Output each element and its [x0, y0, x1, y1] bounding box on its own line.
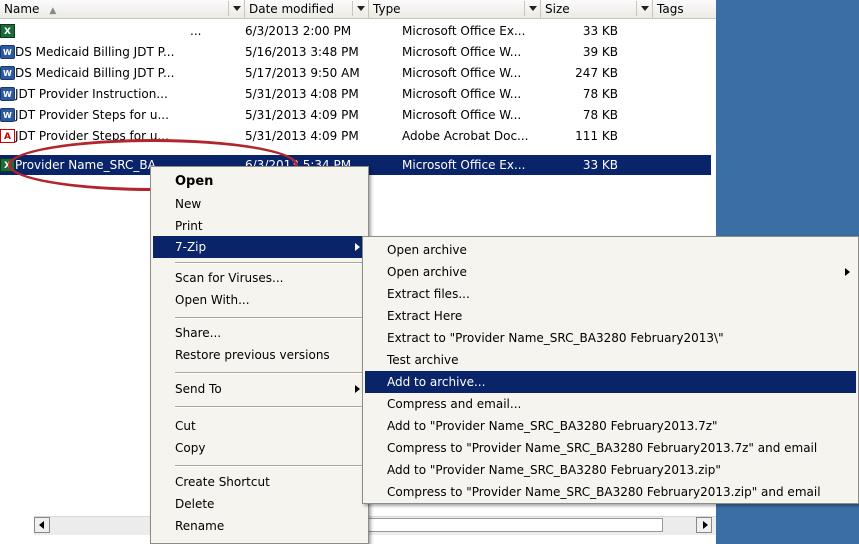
- file-date: 6/3/2013 2:00 PM: [245, 24, 352, 38]
- 7zip-submenu: Open archive Open archive Extract files.…: [362, 236, 859, 504]
- menu-item-cut[interactable]: Cut: [153, 415, 366, 437]
- column-header-tags[interactable]: Tags: [653, 0, 716, 18]
- file-size: 78 KB: [582, 108, 618, 122]
- submenu-item-add-to-7z[interactable]: Add to "Provider Name_SRC_BA3280 Februar…: [365, 415, 856, 437]
- submenu-item-add-to-zip[interactable]: Add to "Provider Name_SRC_BA3280 Februar…: [365, 459, 856, 481]
- file-size: 33 KB: [582, 158, 618, 172]
- menu-item-send-to-label: Send To: [175, 382, 222, 396]
- submenu-item-add-to-archive[interactable]: Add to archive...: [365, 371, 856, 393]
- menu-item-rename[interactable]: Rename: [153, 515, 366, 537]
- file-size: 78 KB: [582, 87, 618, 101]
- menu-item-open-with[interactable]: Open With...: [153, 289, 366, 311]
- column-header-date-label: Date modified: [249, 2, 335, 16]
- submenu-arrow-icon: [355, 385, 360, 393]
- column-header-name-label: Name: [4, 2, 40, 16]
- menu-item-send-to[interactable]: Send To: [153, 378, 366, 400]
- menu-item-new[interactable]: New: [153, 193, 366, 215]
- menu-item-delete[interactable]: Delete: [153, 493, 366, 515]
- menu-item-7zip[interactable]: 7-Zip: [153, 236, 366, 258]
- submenu-item-test-archive[interactable]: Test archive: [365, 349, 856, 371]
- menu-item-open[interactable]: Open: [153, 171, 366, 193]
- menu-separator: [175, 262, 363, 264]
- column-header-name[interactable]: Name ▲: [0, 0, 245, 18]
- menu-item-restore-versions[interactable]: Restore previous versions: [153, 344, 366, 366]
- file-date: 5/31/2013 4:08 PM: [245, 87, 359, 101]
- scrollbar-thumb[interactable]: [365, 518, 663, 532]
- file-row[interactable]: ... 6/3/2013 2:00 PM Microsoft Office Ex…: [0, 21, 714, 42]
- menu-item-scan-viruses[interactable]: Scan for Viruses...: [153, 267, 366, 289]
- file-date: 5/31/2013 4:09 PM: [245, 129, 359, 143]
- file-type: Microsoft Office Ex...: [402, 24, 526, 38]
- menu-separator: [175, 372, 363, 374]
- submenu-item-open-archive[interactable]: Open archive: [365, 239, 856, 261]
- file-size: 111 KB: [575, 129, 618, 143]
- file-row[interactable]: DS Medicaid Billing JDT P... 5/17/2013 9…: [0, 63, 714, 84]
- file-type: Microsoft Office W...: [402, 45, 522, 59]
- file-type: Microsoft Office W...: [402, 66, 522, 80]
- file-type: Microsoft Office Ex...: [402, 158, 526, 172]
- menu-separator: [175, 465, 363, 467]
- scroll-left-icon[interactable]: [34, 517, 50, 533]
- file-type: Adobe Acrobat Doc...: [402, 129, 529, 143]
- pdf-icon: [0, 127, 15, 147]
- file-size: 39 KB: [582, 45, 618, 59]
- file-size: 33 KB: [582, 24, 618, 38]
- context-menu: Open New Print 7-Zip Scan for Viruses...…: [150, 166, 369, 544]
- menu-separator: [175, 406, 363, 408]
- column-filter-dropdown-icon[interactable]: [352, 1, 368, 16]
- word-icon: [0, 106, 15, 126]
- submenu-item-open-archive-more[interactable]: Open archive: [365, 261, 856, 283]
- menu-item-share[interactable]: Share...: [153, 322, 366, 344]
- column-filter-dropdown-icon[interactable]: [636, 1, 652, 16]
- submenu-arrow-icon: [355, 243, 360, 251]
- submenu-item-extract-here[interactable]: Extract Here: [365, 305, 856, 327]
- column-filter-dropdown-icon[interactable]: [228, 1, 244, 16]
- submenu-arrow-icon: [845, 268, 850, 276]
- menu-item-copy[interactable]: Copy: [153, 437, 366, 459]
- column-header-row: Name ▲ Date modified Type Size Tags: [0, 0, 716, 19]
- file-date: 5/17/2013 9:50 AM: [245, 66, 360, 80]
- column-header-size-label: Size: [545, 2, 570, 16]
- submenu-item-extract-to[interactable]: Extract to "Provider Name_SRC_BA3280 Feb…: [365, 327, 856, 349]
- submenu-item-open-archive-more-label: Open archive: [387, 265, 467, 279]
- file-row[interactable]: JDT Provider Steps for u... 5/31/2013 4:…: [0, 105, 714, 126]
- file-name: DS Medicaid Billing JDT P...: [15, 66, 175, 80]
- menu-item-create-shortcut[interactable]: Create Shortcut: [153, 471, 366, 493]
- sort-ascending-icon: ▲: [49, 6, 57, 16]
- submenu-item-extract-files[interactable]: Extract files...: [365, 283, 856, 305]
- scroll-right-icon[interactable]: [696, 517, 712, 533]
- word-icon: [0, 85, 15, 105]
- file-name: ...: [190, 24, 202, 38]
- horizontal-scrollbar[interactable]: [34, 516, 716, 535]
- column-header-type[interactable]: Type: [369, 0, 541, 18]
- submenu-item-compress-7z-email[interactable]: Compress to "Provider Name_SRC_BA3280 Fe…: [365, 437, 856, 459]
- file-type: Microsoft Office W...: [402, 87, 522, 101]
- file-size: 247 KB: [575, 66, 618, 80]
- column-filter-dropdown-icon[interactable]: [524, 1, 540, 16]
- file-name: JDT Provider Steps for u...: [15, 108, 169, 122]
- file-date: 5/16/2013 3:48 PM: [245, 45, 359, 59]
- word-icon: [0, 43, 15, 63]
- file-name: DS Medicaid Billing JDT P...: [15, 45, 175, 59]
- file-date: 5/31/2013 4:09 PM: [245, 108, 359, 122]
- file-row[interactable]: DS Medicaid Billing JDT P... 5/16/2013 3…: [0, 42, 714, 63]
- menu-item-7zip-label: 7-Zip: [175, 240, 207, 254]
- column-header-type-label: Type: [373, 2, 401, 16]
- submenu-item-compress-zip-email[interactable]: Compress to "Provider Name_SRC_BA3280 Fe…: [365, 481, 856, 503]
- column-header-date[interactable]: Date modified: [245, 0, 369, 18]
- file-type: Microsoft Office W...: [402, 108, 522, 122]
- file-row[interactable]: JDT Provider Instruction... 5/31/2013 4:…: [0, 84, 714, 105]
- menu-item-print[interactable]: Print: [153, 215, 366, 237]
- submenu-item-compress-email[interactable]: Compress and email...: [365, 393, 856, 415]
- excel-icon: [0, 22, 15, 42]
- file-name: JDT Provider Instruction...: [15, 87, 168, 101]
- column-header-size[interactable]: Size: [541, 0, 653, 18]
- column-header-tags-label: Tags: [657, 2, 684, 16]
- word-icon: [0, 64, 15, 84]
- menu-separator: [175, 317, 363, 319]
